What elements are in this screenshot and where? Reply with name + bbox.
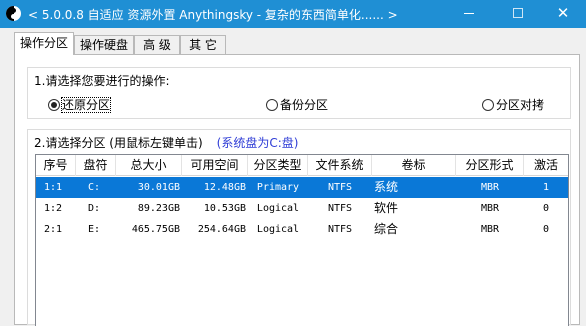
col-header-drive[interactable]: 盘符	[76, 155, 116, 176]
close-button[interactable]: ✕	[540, 0, 586, 28]
cell-total: 30.01GB	[137, 182, 180, 193]
cell-seq: 1:1	[44, 182, 63, 193]
app-logo-icon[interactable]	[6, 6, 21, 21]
minimize-button[interactable]	[446, 0, 492, 28]
radio-backup-label: 备份分区	[280, 98, 329, 112]
tab-advanced[interactable]: 高 级	[134, 35, 180, 55]
close-icon: ✕	[556, 4, 570, 22]
maximize-button[interactable]	[495, 0, 541, 28]
tab-partition-ops[interactable]: 操作分区	[14, 32, 74, 55]
window-title: < 5.0.0.8 自适应 资源外置 Anythingsky - 复杂的东西简单…	[28, 8, 398, 22]
cell-fs: NTFS	[327, 224, 353, 235]
radio-copy-label: 分区对拷	[496, 98, 545, 112]
partition-table[interactable]: 序号 盘符 总大小 可用空间 分区类型 文件系统 卷标 分区形式 激活 1:1 …	[35, 154, 569, 326]
col-header-ptype[interactable]: 分区类型	[248, 155, 308, 176]
cell-volume: 综合	[374, 222, 399, 236]
minimize-icon	[464, 13, 474, 14]
title-bar: < 5.0.0.8 自适应 资源外置 Anythingsky - 复杂的东西简单…	[0, 0, 586, 28]
radio-restore-partition[interactable]: 还原分区	[48, 96, 112, 113]
radio-copy-partition[interactable]: 分区对拷	[482, 96, 544, 113]
radio-restore-label: 还原分区	[60, 97, 112, 113]
cell-volume: 软件	[374, 201, 399, 215]
table-row[interactable]: 2:1 E: 465.75GB 254.64GB Logical NTFS 综合…	[36, 219, 568, 240]
cell-style: MBR	[480, 224, 500, 235]
col-header-seq[interactable]: 序号	[36, 155, 76, 176]
cell-active: 1	[542, 182, 550, 193]
table-header: 序号 盘符 总大小 可用空间 分区类型 文件系统 卷标 分区形式 激活	[36, 155, 568, 176]
cell-drive: D:	[88, 203, 101, 214]
col-header-total[interactable]: 总大小	[116, 155, 182, 176]
col-header-style[interactable]: 分区形式	[456, 155, 524, 176]
partition-instruction: 2.请选择分区 (用鼠标左键单击)	[34, 136, 203, 150]
operation-group: 1.请选择您要进行的操作: 还原分区 备份分区 分区对拷	[27, 67, 571, 119]
radio-selected-icon	[48, 99, 60, 111]
cell-style: MBR	[480, 182, 500, 193]
cell-ptype: Primary	[256, 182, 300, 193]
operation-group-label: 1.请选择您要进行的操作:	[32, 72, 172, 89]
col-header-volume[interactable]: 卷标	[372, 155, 456, 176]
cell-free: 10.53GB	[203, 203, 246, 214]
maximize-icon	[513, 7, 523, 18]
cell-active: 0	[542, 224, 550, 235]
cell-free: 254.64GB	[197, 224, 246, 235]
tab-other[interactable]: 其 它	[180, 35, 226, 55]
table-row[interactable]: 1:1 C: 30.01GB 12.48GB Primary NTFS 系统 M…	[36, 177, 568, 198]
cell-seq: 2:1	[44, 224, 63, 235]
cell-active: 0	[542, 203, 550, 214]
cell-seq: 1:2	[44, 203, 63, 214]
cell-drive: C:	[88, 182, 101, 193]
cell-ptype: Logical	[256, 224, 300, 235]
partition-group: 2.请选择分区 (用鼠标左键单击) (系统盘为C:盘) 序号 盘符 总大小 可用空…	[27, 129, 571, 326]
system-disk-hint: (系统盘为C:盘)	[216, 136, 299, 150]
radio-empty-icon	[482, 99, 494, 111]
col-header-fs[interactable]: 文件系统	[308, 155, 372, 176]
col-header-free[interactable]: 可用空间	[182, 155, 248, 176]
cell-total: 89.23GB	[137, 203, 180, 214]
tab-panel: 1.请选择您要进行的操作: 还原分区 备份分区 分区对拷 2.请选择分区 (用鼠…	[14, 54, 580, 326]
col-header-active[interactable]: 激活	[524, 155, 568, 176]
tab-disk-ops[interactable]: 操作硬盘	[74, 35, 134, 55]
table-row[interactable]: 1:2 D: 89.23GB 10.53GB Logical NTFS 软件 M…	[36, 198, 568, 219]
cell-total: 465.75GB	[131, 224, 180, 235]
cell-fs: NTFS	[327, 203, 353, 214]
radio-empty-icon	[266, 99, 278, 111]
cell-fs: NTFS	[327, 182, 353, 193]
partition-group-label: 2.请选择分区 (用鼠标左键单击) (系统盘为C:盘)	[32, 134, 301, 151]
cell-style: MBR	[480, 203, 500, 214]
cell-drive: E:	[88, 224, 101, 235]
cell-free: 12.48GB	[203, 182, 246, 193]
cell-volume: 系统	[374, 180, 399, 194]
radio-backup-partition[interactable]: 备份分区	[266, 96, 328, 113]
cell-ptype: Logical	[256, 203, 300, 214]
